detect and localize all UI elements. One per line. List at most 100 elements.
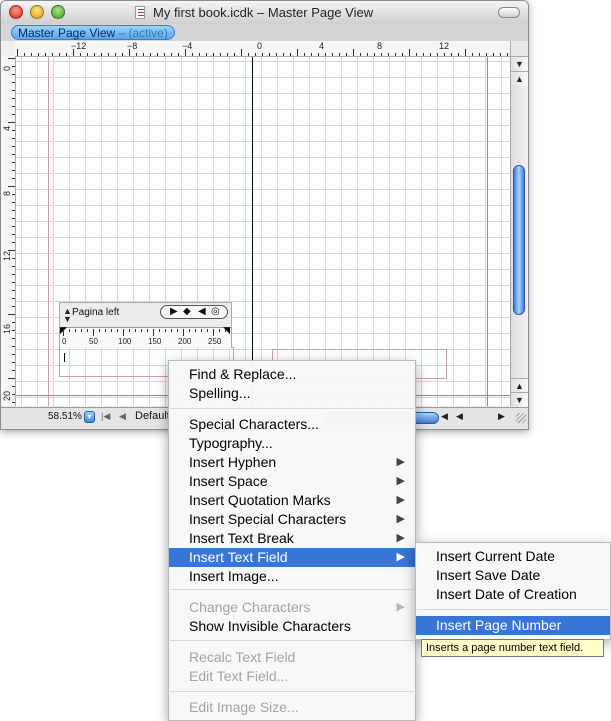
submenu-item-insert-save-date[interactable]: Insert Save Date (416, 566, 610, 585)
menu-item-edit-image-size: Edit Image Size... (169, 698, 415, 717)
document-proxy-icon[interactable] (135, 6, 145, 19)
menu-item-insert-space[interactable]: Insert Space ▶ (169, 472, 415, 491)
ruler-corner[interactable] (1, 41, 15, 57)
menu-item-label: Insert Image... (189, 568, 279, 584)
paragraph-style-name[interactable]: Pagina left (72, 307, 119, 318)
paragraph-ruler-label: 50 (89, 337, 98, 346)
submenu-arrow-icon: ▶ (396, 601, 405, 613)
menu-item-insert-quotation-marks[interactable]: Insert Quotation Marks ▶ (169, 491, 415, 510)
right-margin-guide (487, 57, 488, 406)
tab-alignment-group[interactable]: ▶ ◆ ◀ ◎ (160, 305, 228, 319)
title-bar[interactable]: My first book.icdk – Master Page View (1, 1, 528, 25)
menu-separator (170, 691, 414, 692)
master-page-selector[interactable]: Default (135, 410, 170, 422)
minimize-window-button[interactable] (30, 5, 44, 19)
menu-item-label: Spelling... (189, 385, 251, 401)
menu-item-label: Insert Current Date (436, 548, 556, 564)
scroll-page-up-icon[interactable]: ▲ (511, 71, 528, 86)
zoom-dropdown-icon[interactable]: ▼ (84, 411, 95, 423)
submenu-item-insert-page-number[interactable]: Insert Page Number (416, 616, 610, 635)
ruler-label: 12 (2, 250, 12, 261)
submenu-arrow-icon: ▶ (396, 551, 405, 563)
align-right-triangle-icon[interactable]: ▶ (170, 306, 178, 318)
menu-item-label: Insert Special Characters (189, 511, 347, 527)
menu-item-insert-text-field[interactable]: Insert Text Field ▶ (169, 548, 415, 567)
paragraph-ruler-label: 0 (62, 337, 67, 346)
menu-separator (417, 609, 609, 610)
scroll-up-arrow-bottom-icon[interactable]: ▲ (511, 378, 528, 393)
menu-item-label: Insert Quotation Marks (189, 492, 331, 508)
submenu-arrow-icon: ▶ (396, 532, 405, 544)
menu-item-label: Insert Page Number (436, 617, 562, 633)
submenu-arrow-icon: ▶ (396, 475, 405, 487)
menu-item-label: Insert Space (189, 473, 268, 489)
page-spine-line (252, 57, 253, 406)
split-view-button[interactable] (510, 41, 528, 57)
tab-label: Master Page View (18, 26, 116, 40)
first-page-icon[interactable]: |◀ (101, 411, 110, 422)
ruler-label: 16 (2, 323, 12, 334)
menu-item-label: Find & Replace... (189, 366, 297, 382)
menu-item-insert-text-break[interactable]: Insert Text Break ▶ (169, 529, 415, 548)
vertical-scrollbar[interactable]: ▼ ▲ ▲ ▼ (510, 57, 528, 407)
toolbar-toggle-button[interactable] (498, 7, 520, 18)
menu-item-label: Recalc Text Field (189, 649, 296, 665)
ruler-label: 12 (439, 41, 450, 51)
view-tab-strip: Master Page View – (active) (1, 24, 528, 41)
submenu-item-insert-current-date[interactable]: Insert Current Date (416, 547, 610, 566)
horizontal-ruler[interactable]: −12 −8 −4 0 4 8 12 (15, 41, 510, 57)
resize-grip-icon[interactable] (516, 413, 526, 423)
menu-item-label: Insert Text Break (189, 530, 294, 546)
menu-item-label: Edit Text Field... (189, 668, 289, 684)
menu-item-label: Change Characters (189, 599, 311, 615)
menu-item-find-replace[interactable]: Find & Replace... (169, 365, 415, 384)
master-page-canvas[interactable]: ▲▼ Pagina left ▶ ◆ ◀ ◎ ◤ ◥ 0501001502002… (16, 57, 510, 406)
menu-item-label: Typography... (189, 435, 273, 451)
menu-separator (170, 589, 414, 590)
paragraph-style-palette: ▲▼ Pagina left ▶ ◆ ◀ ◎ ◤ ◥ 0501001502002… (59, 302, 232, 348)
submenu-item-insert-date-of-creation[interactable]: Insert Date of Creation (416, 585, 610, 604)
menu-item-label: Show Invisible Characters (189, 618, 351, 634)
zoom-window-button[interactable] (51, 5, 65, 19)
menu-item-spelling[interactable]: Spelling... (169, 384, 415, 403)
paragraph-ruler-label: 100 (118, 337, 132, 346)
menu-item-change-characters: Change Characters ▶ (169, 598, 415, 617)
paragraph-ruler[interactable]: ◤ ◥ 050100150200250 (60, 325, 231, 348)
menu-item-show-invisible-characters[interactable]: Show Invisible Characters (169, 617, 415, 636)
text-cursor (64, 353, 65, 362)
submenu-arrow-icon: ▶ (396, 513, 405, 525)
tab-state: – (active) (115, 26, 168, 40)
vertical-ruler[interactable]: 0 4 8 12 16 20 (1, 56, 16, 406)
menu-separator (170, 408, 414, 409)
scroll-right-arrow-icon[interactable]: ▶ (498, 411, 505, 422)
align-left-triangle-icon[interactable]: ◀ (198, 306, 206, 318)
menu-item-insert-special-characters[interactable]: Insert Special Characters ▶ (169, 510, 415, 529)
style-stepper-icon[interactable]: ▲ ▼ (63, 307, 72, 324)
menu-item-insert-image[interactable]: Insert Image... (169, 567, 415, 586)
menu-item-label: Insert Hyphen (189, 454, 277, 470)
menu-item-insert-hyphen[interactable]: Insert Hyphen ▶ (169, 453, 415, 472)
scroll-left-arrow-icon[interactable]: ◀ (441, 411, 448, 422)
align-decimal-icon[interactable]: ◎ (211, 306, 220, 318)
menu-item-special-characters[interactable]: Special Characters... (169, 415, 415, 434)
ruler-label: 8 (2, 190, 12, 196)
scroll-up-arrow-icon[interactable]: ▼ (511, 57, 528, 71)
vertical-scroll-thumb[interactable] (513, 165, 525, 315)
align-center-diamond-icon[interactable]: ◆ (183, 306, 191, 318)
zoom-level[interactable]: 58.51% (48, 411, 82, 422)
close-window-button[interactable] (9, 5, 23, 19)
left-margin-guide (48, 57, 49, 406)
menu-item-label: Insert Text Field (189, 549, 288, 565)
ruler-label: 20 (2, 390, 12, 401)
paragraph-ruler-label: 250 (208, 337, 222, 346)
submenu-arrow-icon: ▶ (396, 456, 405, 468)
scroll-left-small-icon[interactable]: ◀ (456, 411, 463, 422)
previous-page-icon[interactable]: ◀ (119, 411, 126, 422)
tab-master-page-view[interactable]: Master Page View – (active) (11, 25, 175, 40)
menu-item-typography[interactable]: Typography... (169, 434, 415, 453)
ruler-label: 4 (2, 125, 12, 131)
menu-item-label: Insert Save Date (436, 567, 541, 583)
scroll-down-arrow-icon[interactable]: ▼ (511, 392, 528, 407)
menu-item-label: Special Characters... (189, 416, 319, 432)
ruler-label: 8 (377, 41, 383, 51)
